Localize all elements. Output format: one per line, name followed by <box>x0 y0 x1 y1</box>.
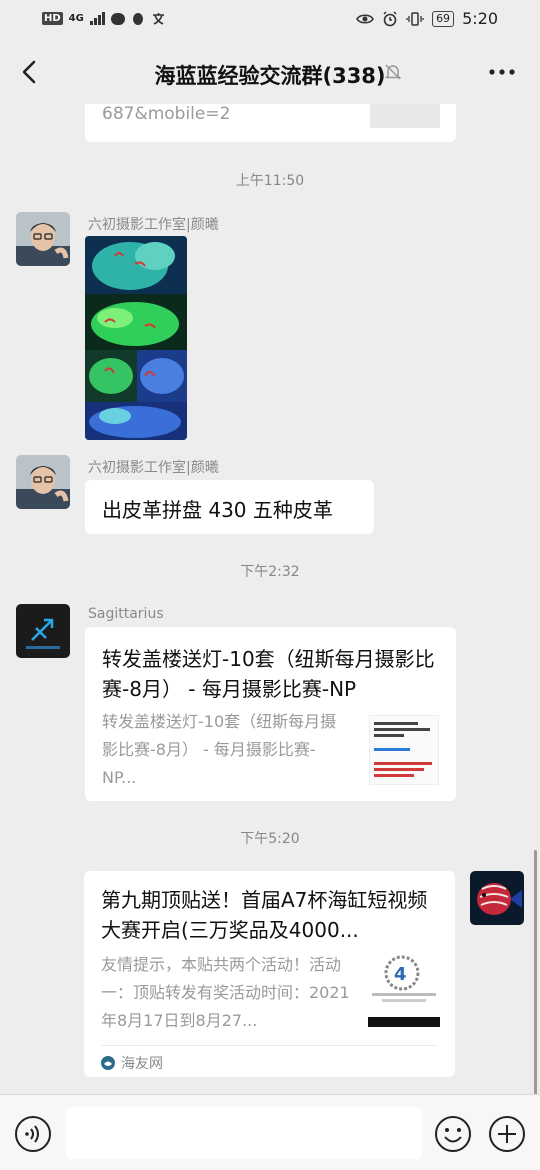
battery-icon: 69 <box>432 10 455 27</box>
eye-icon <box>356 13 374 24</box>
link-card[interactable]: 第九期顶贴送！首届A7杯海缸短视频大赛开启(三万奖品及4000... 友情提示，… <box>84 871 455 1077</box>
vibrate-icon <box>406 11 424 26</box>
penguin-notification-icon <box>132 12 143 25</box>
emoji-icon[interactable] <box>434 1115 472 1153</box>
link-card-source: 海友网 <box>121 1056 163 1072</box>
person-avatar-image <box>16 212 70 266</box>
scrollbar[interactable] <box>534 850 537 1095</box>
qr-code-thumbnail-image: 4 <box>368 955 440 1027</box>
network-type: 4G <box>68 13 84 24</box>
coral-photo-collage-image <box>85 236 187 440</box>
chat-header: 海蓝蓝经验交流群(338) <box>0 40 540 104</box>
link-card-partial-text: 687&mobile=2 <box>102 104 231 124</box>
alarm-icon <box>383 10 397 26</box>
back-icon[interactable] <box>14 54 50 90</box>
sender-name: 六初摄影工作室|颜曦 <box>88 460 219 476</box>
hd-indicator: HD <box>42 12 63 25</box>
timestamp: 上午11:50 <box>235 173 305 189</box>
link-card-partial-thumbnail <box>370 104 440 128</box>
status-time: 5:20 <box>462 9 498 28</box>
mute-bell-icon <box>384 64 402 80</box>
input-bar <box>0 1094 540 1170</box>
link-card-title: 第九期顶贴送！首届A7杯海缸短视频大赛开启(三万奖品及4000... <box>101 888 428 942</box>
message-list[interactable]: 687&mobile=2 上午11:50 六初摄影工作室|颜曦 六初摄影工作室|… <box>0 104 540 1094</box>
avatar[interactable] <box>16 604 70 658</box>
timestamp: 下午2:32 <box>240 564 300 580</box>
message-text: 出皮革拼盘 430 五种皮革 <box>102 498 333 522</box>
link-card-partial[interactable]: 687&mobile=2 <box>85 104 456 142</box>
link-card-thumbnail: 4 <box>368 955 440 1027</box>
link-card-divider <box>101 1045 438 1046</box>
chat-notification-icon <box>110 12 125 25</box>
link-card-thumbnail <box>369 715 439 785</box>
link-card-description: 友情提示，本贴共两个活动！活动一：顶贴转发有奖活动时间：2021年8月17日到8… <box>101 955 350 1030</box>
more-icon[interactable] <box>488 62 516 82</box>
avatar[interactable] <box>16 212 70 266</box>
translate-notification-icon <box>152 13 164 25</box>
svg-text:4: 4 <box>394 964 407 985</box>
link-card-description: 转发盖楼送灯-10套（纽斯每月摄影比赛-8月） - 每月摄影比赛-NP... <box>102 712 337 787</box>
sagittarius-avatar-image <box>16 604 70 658</box>
source-app-icon <box>101 1056 115 1070</box>
image-message[interactable] <box>85 236 187 440</box>
sender-name: Sagittarius <box>88 606 164 622</box>
signal-icon <box>89 12 105 25</box>
avatar[interactable] <box>16 455 70 509</box>
text-message-bubble[interactable]: 出皮革拼盘 430 五种皮革 <box>85 480 374 534</box>
status-bar: HD 4G 69 5:20 <box>0 0 540 40</box>
plus-icon[interactable] <box>488 1115 526 1153</box>
sender-name: 六初摄影工作室|颜曦 <box>88 217 219 233</box>
my-avatar[interactable] <box>470 871 524 925</box>
link-card-title: 转发盖楼送灯-10套（纽斯每月摄影比赛-8月） - 每月摄影比赛-NP <box>102 647 435 701</box>
link-card[interactable]: 转发盖楼送灯-10套（纽斯每月摄影比赛-8月） - 每月摄影比赛-NP 转发盖楼… <box>85 627 456 801</box>
voice-icon[interactable] <box>14 1115 52 1153</box>
fish-avatar-image <box>470 871 524 925</box>
message-input[interactable] <box>66 1107 422 1159</box>
timestamp: 下午5:20 <box>240 831 300 847</box>
person-avatar-image <box>16 455 70 509</box>
article-thumbnail-image <box>374 722 432 777</box>
